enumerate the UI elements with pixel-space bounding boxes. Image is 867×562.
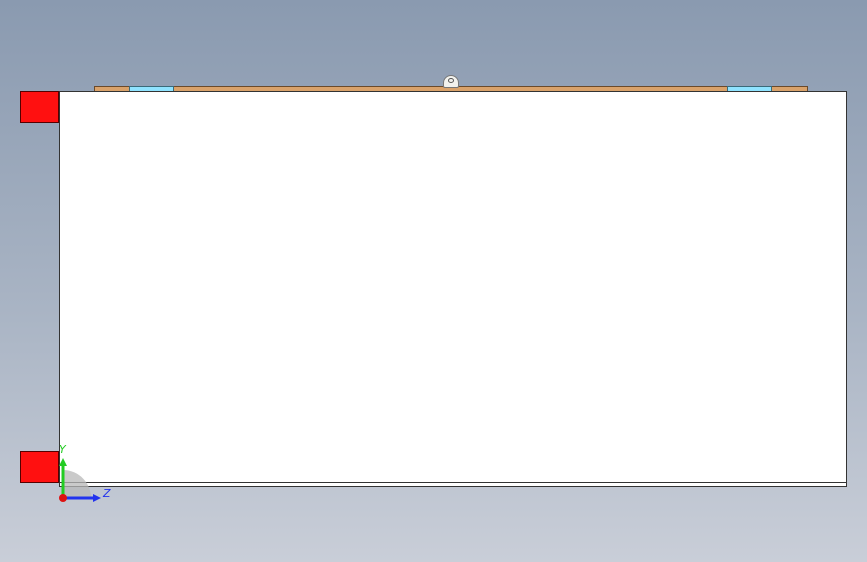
origin-point [59,494,67,502]
panel-base-strip[interactable] [59,483,847,487]
main-panel-face[interactable] [59,91,847,483]
z-axis-label: Z [102,487,111,500]
triad-shadow [63,470,91,498]
z-axis-arrowhead [93,494,101,502]
graphics-viewport[interactable]: Y Z [0,0,867,562]
top-red-block[interactable] [20,91,59,123]
coordinate-triad: Y Z [59,443,111,502]
y-axis-arrowhead [59,458,67,466]
y-axis-label: Y [59,443,67,456]
knob-hole [448,78,454,83]
